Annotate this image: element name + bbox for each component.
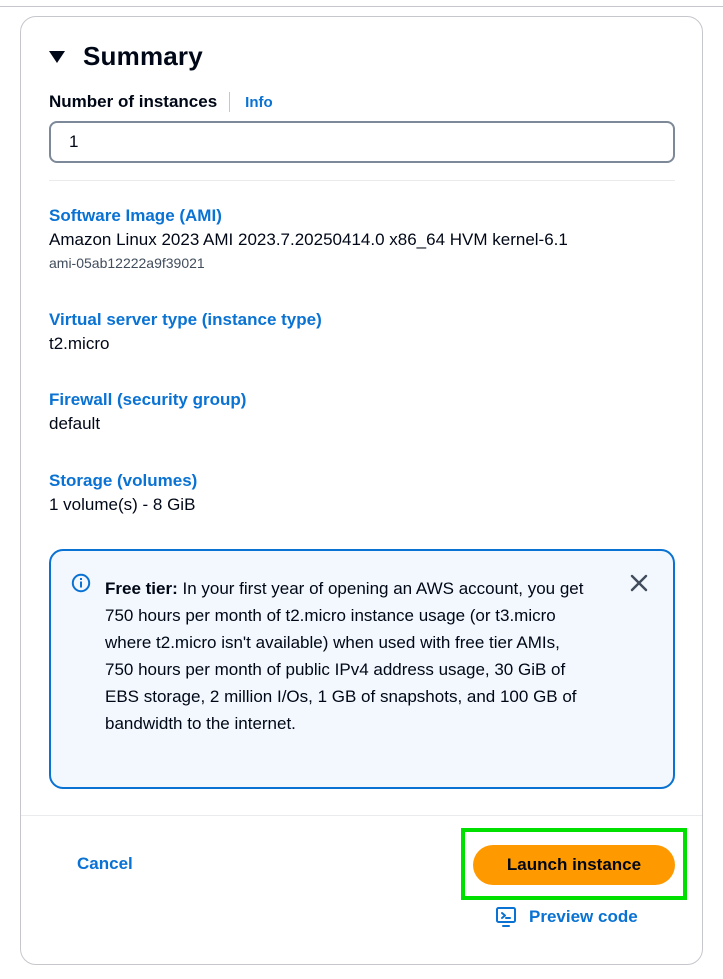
preview-code-link[interactable]: Preview code bbox=[495, 906, 638, 928]
number-of-instances-input[interactable] bbox=[49, 121, 675, 163]
alert-body: In your first year of opening an AWS acc… bbox=[105, 579, 584, 733]
label-separator bbox=[229, 92, 231, 112]
instance-type-link[interactable]: Virtual server type (instance type) bbox=[49, 309, 322, 331]
section-divider bbox=[49, 180, 675, 181]
instance-type-section: Virtual server type (instance type) t2.m… bbox=[49, 309, 322, 357]
preview-code-label[interactable]: Preview code bbox=[529, 907, 638, 927]
info-link[interactable]: Info bbox=[245, 94, 273, 111]
launch-instance-button[interactable]: Launch instance bbox=[473, 845, 675, 885]
summary-title: Summary bbox=[83, 41, 203, 71]
close-icon[interactable] bbox=[627, 571, 651, 595]
instances-label-row: Number of instances Info bbox=[49, 92, 273, 112]
cancel-button[interactable]: Cancel bbox=[77, 854, 133, 874]
security-group-value: default bbox=[49, 414, 101, 433]
code-preview-icon bbox=[496, 907, 516, 927]
instances-label: Number of instances bbox=[49, 92, 218, 111]
ami-link[interactable]: Software Image (AMI) bbox=[49, 205, 568, 227]
alert-heading: Free tier: bbox=[105, 579, 178, 598]
free-tier-alert: Free tier: In your first year of opening… bbox=[49, 549, 675, 789]
info-icon bbox=[71, 573, 91, 593]
instance-type-value: t2.micro bbox=[49, 334, 110, 353]
top-divider bbox=[0, 6, 723, 7]
summary-header[interactable]: Summary bbox=[49, 41, 203, 72]
alert-message: Free tier: In your first year of opening… bbox=[105, 575, 585, 737]
footer-divider bbox=[21, 815, 702, 816]
ami-value: Amazon Linux 2023 AMI 2023.7.20250414.0 … bbox=[49, 230, 568, 249]
security-group-link[interactable]: Firewall (security group) bbox=[49, 389, 246, 411]
security-group-section: Firewall (security group) default bbox=[49, 389, 246, 437]
summary-panel: Summary Number of instances Info Softwar… bbox=[20, 16, 703, 965]
ami-section: Software Image (AMI) Amazon Linux 2023 A… bbox=[49, 205, 568, 273]
storage-link[interactable]: Storage (volumes) bbox=[49, 470, 197, 492]
storage-section: Storage (volumes) 1 volume(s) - 8 GiB bbox=[49, 470, 197, 518]
caret-down-icon[interactable] bbox=[49, 50, 65, 63]
storage-value: 1 volume(s) - 8 GiB bbox=[49, 495, 196, 514]
ami-id: ami-05ab12222a9f39021 bbox=[49, 255, 205, 271]
